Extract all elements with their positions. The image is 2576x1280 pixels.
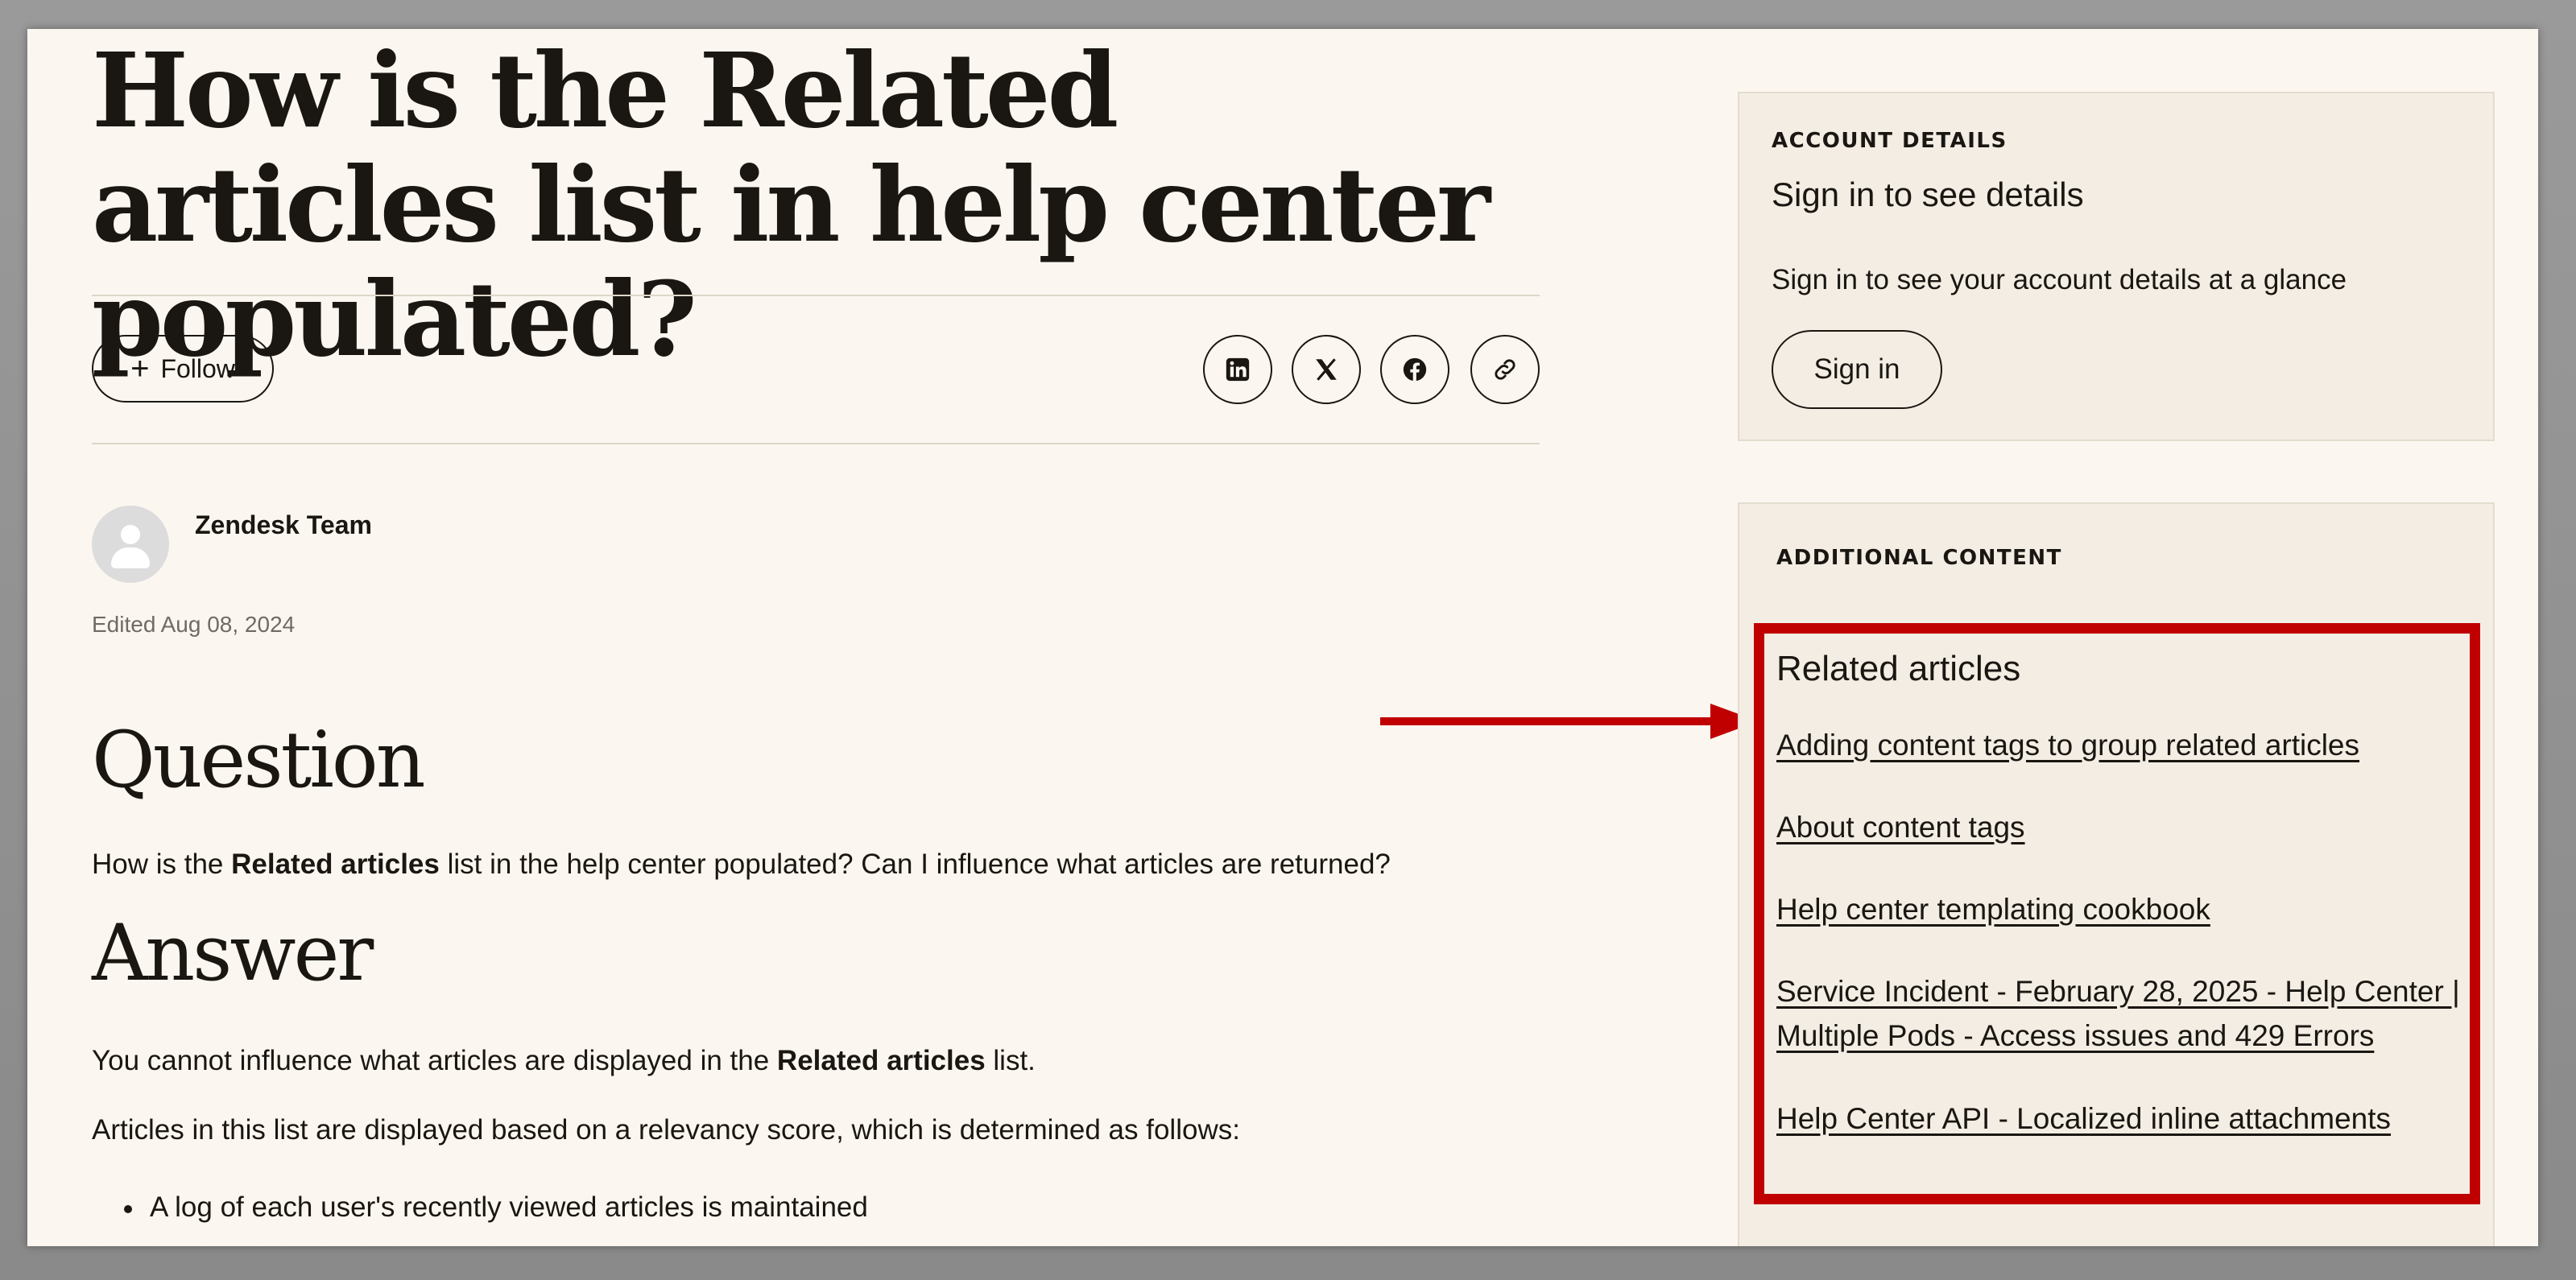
author-name[interactable]: Zendesk Team	[195, 510, 372, 540]
facebook-icon	[1403, 357, 1427, 382]
list-item: A log of each user's recently viewed art…	[124, 1191, 868, 1224]
linkedin-icon	[1226, 357, 1250, 382]
divider	[92, 295, 1540, 296]
plus-icon: +	[130, 351, 150, 386]
sign-in-button[interactable]: Sign in	[1772, 330, 1942, 409]
answer-paragraph-2: Articles in this list are displayed base…	[92, 1114, 1240, 1146]
account-details-eyebrow: ACCOUNT DETAILS	[1772, 129, 2007, 153]
answer-heading: Answer	[92, 908, 374, 998]
article-title: How is the Related articles list in help…	[92, 31, 1491, 379]
user-icon-head	[121, 525, 140, 544]
annotation-highlight-box	[1754, 623, 2480, 1204]
bullet-icon	[124, 1204, 132, 1213]
user-icon-body	[111, 547, 150, 568]
additional-content-eyebrow: ADDITIONAL CONTENT	[1776, 546, 2062, 570]
help-center-page: How is the Related articles list in help…	[27, 29, 2538, 1246]
link-icon	[1495, 359, 1515, 380]
share-facebook-button[interactable]	[1380, 335, 1449, 404]
avatar	[92, 506, 169, 583]
share-linkedin-button[interactable]	[1203, 335, 1272, 404]
copy-link-button[interactable]	[1470, 335, 1540, 404]
question-text: How is the Related articles list in the …	[92, 849, 1391, 880]
account-details-card: ACCOUNT DETAILS Sign in to see details S…	[1738, 92, 2495, 441]
follow-label: Follow	[160, 353, 235, 383]
edited-date: Edited Aug 08, 2024	[92, 612, 296, 637]
divider	[92, 443, 1540, 444]
account-details-text: Sign in to see your account details at a…	[1772, 264, 2347, 295]
question-heading: Question	[92, 715, 426, 805]
annotation-arrow	[1380, 704, 1759, 739]
share-x-button[interactable]	[1292, 335, 1361, 404]
follow-button[interactable]: + Follow	[92, 335, 274, 403]
account-details-title: Sign in to see details	[1772, 175, 2084, 213]
x-icon	[1316, 358, 1337, 381]
answer-paragraph-1: You cannot influence what articles are d…	[92, 1045, 1036, 1076]
